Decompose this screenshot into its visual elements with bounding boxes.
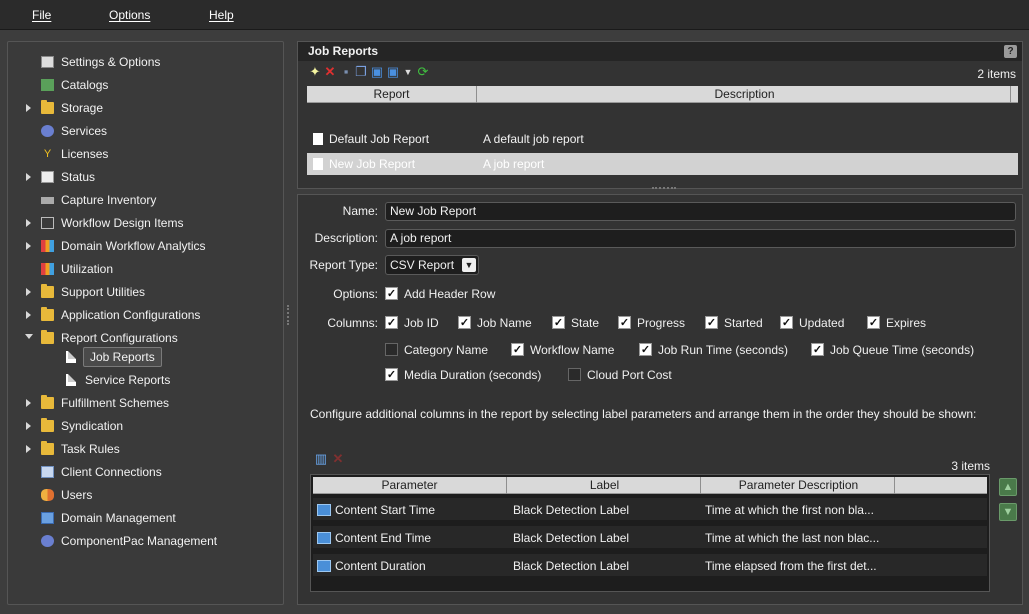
columns-label: Columns: <box>327 316 378 330</box>
param-grid-header: Parameter Label Parameter Description <box>313 477 987 494</box>
description-label: Description: <box>314 231 378 245</box>
save-icon[interactable]: ▪ <box>339 65 353 79</box>
chart-icon <box>41 171 54 183</box>
remove-parameter-icon[interactable]: ✕ <box>331 452 345 466</box>
menu-bar: File Options Help <box>0 0 1029 30</box>
services-icon <box>41 535 54 547</box>
expand-arrow-icon[interactable] <box>26 173 31 181</box>
expand-arrow-icon[interactable] <box>26 104 31 112</box>
item-count: 2 items <box>977 67 1016 81</box>
folder-icon <box>41 441 54 455</box>
users-icon <box>41 489 54 501</box>
page-icon <box>313 158 323 170</box>
job-reports-panel: Job Reports ? ✦ ✕ ▪ ❐ ▣ ▣ ▼ ⟳ 2 items Re… <box>297 41 1023 189</box>
table-row[interactable]: Content End Time Black Detection Label T… <box>313 526 987 550</box>
move-down-button[interactable]: ▼ <box>999 503 1017 521</box>
expand-arrow-icon[interactable] <box>26 399 31 407</box>
parameter-icon <box>317 560 331 572</box>
expand-arrow-icon[interactable] <box>26 219 31 227</box>
resize-handle[interactable] <box>652 187 676 189</box>
folder-icon <box>41 395 54 409</box>
column-header-parameter[interactable]: Parameter <box>313 477 507 494</box>
column-header-description[interactable]: Description <box>479 86 1011 103</box>
param-item-count: 3 items <box>951 459 990 473</box>
add-parameter-icon[interactable]: ▥ <box>314 452 328 466</box>
parameter-icon <box>317 532 331 544</box>
folder-icon <box>41 330 54 344</box>
panel-title: Job Reports <box>298 42 1022 61</box>
column-header-report[interactable]: Report <box>307 86 477 103</box>
domain-icon <box>41 512 54 524</box>
folder-icon <box>41 307 54 321</box>
delete-icon[interactable]: ✕ <box>323 65 337 79</box>
capture-icon <box>41 197 54 204</box>
navigation-tree: Settings & Options Catalogs Storage Serv… <box>7 41 284 605</box>
copy-icon[interactable]: ❐ <box>354 65 368 79</box>
reports-grid-header: Report Description <box>307 86 1018 103</box>
catalog-icon <box>41 79 54 91</box>
workflow-icon <box>41 217 54 229</box>
expand-arrow-icon[interactable] <box>26 288 31 296</box>
expand-arrow-icon[interactable] <box>26 242 31 250</box>
folder-icon <box>41 418 54 432</box>
table-row[interactable]: Content Duration Black Detection Label T… <box>313 554 987 578</box>
parameter-icon <box>317 504 331 516</box>
table-row[interactable]: Default Job Report A default job report <box>307 128 1018 150</box>
report-type-select[interactable]: CSV Report ▼ <box>385 255 479 275</box>
page-icon <box>66 351 76 363</box>
connection-icon <box>41 466 54 478</box>
description-field[interactable]: A job report <box>385 229 1016 248</box>
name-field[interactable]: New Job Report <box>385 202 1016 221</box>
name-label: Name: <box>342 204 378 218</box>
move-up-button[interactable]: ▲ <box>999 478 1017 496</box>
menu-file[interactable]: File <box>32 8 51 22</box>
bar-chart-icon <box>41 263 54 275</box>
menu-help[interactable]: Help <box>209 8 234 22</box>
expand-arrow-icon[interactable] <box>26 311 31 319</box>
services-icon <box>41 125 54 137</box>
table-row-selected[interactable]: New Job Report A job report <box>307 153 1018 175</box>
job-report-editor: Name: New Job Report Description: A job … <box>297 194 1023 605</box>
table-row[interactable]: Content Start Time Black Detection Label… <box>313 498 987 522</box>
menu-options[interactable]: Options <box>109 8 150 22</box>
instructions-text: Configure additional columns in the repo… <box>310 407 977 421</box>
dropdown-arrow-icon[interactable]: ▼ <box>401 65 415 79</box>
options-label: Options: <box>333 287 378 301</box>
tree-item-job-reports[interactable]: Job Reports <box>63 347 183 367</box>
column-header-label[interactable]: Label <box>509 477 701 494</box>
refresh-icon[interactable]: ⟳ <box>416 65 430 79</box>
splitter-handle[interactable] <box>287 305 289 325</box>
chevron-down-icon: ▼ <box>462 258 476 272</box>
settings-icon <box>41 56 54 68</box>
collapse-arrow-icon[interactable] <box>25 334 33 339</box>
expand-arrow-icon[interactable] <box>26 422 31 430</box>
page-icon <box>313 133 323 145</box>
help-icon[interactable]: ? <box>1004 45 1017 58</box>
import-icon[interactable]: ▣ <box>370 65 384 79</box>
page-icon <box>66 374 76 386</box>
folder-icon <box>41 100 54 114</box>
status-bar <box>0 606 1029 614</box>
key-icon: Y <box>43 148 52 160</box>
column-header-param-description[interactable]: Parameter Description <box>703 477 895 494</box>
folder-icon <box>41 284 54 298</box>
parameters-grid: Parameter Label Parameter Description Co… <box>310 474 990 592</box>
bar-chart-icon <box>41 240 54 252</box>
export-icon[interactable]: ▣ <box>386 65 400 79</box>
report-type-label: Report Type: <box>309 258 378 272</box>
new-icon[interactable]: ✦ <box>308 65 322 79</box>
expand-arrow-icon[interactable] <box>26 445 31 453</box>
